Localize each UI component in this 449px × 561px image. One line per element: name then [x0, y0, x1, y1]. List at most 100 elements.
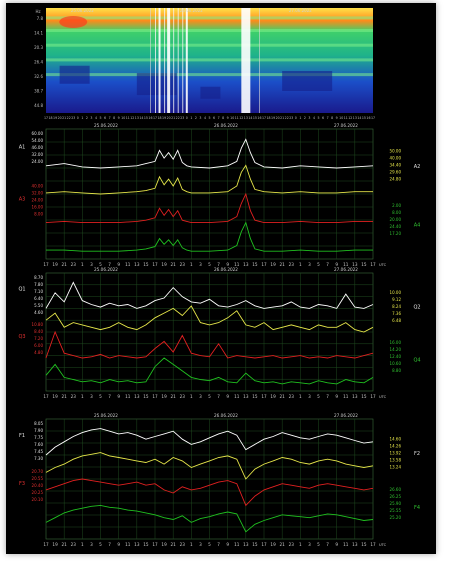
panel-frequency-hour-7: 7	[108, 542, 111, 547]
panel-frequency-hour-12: 17	[152, 542, 158, 547]
spectrogram-hour-tick-7: 0	[77, 116, 79, 120]
spectrogram-hour-tick-54: 23	[289, 116, 293, 120]
panel-frequency-date-0: 25.06.2022	[94, 413, 118, 418]
panel-frequency-hour-13: 19	[161, 542, 167, 547]
panel-frequency-tick-lw-3: 7.60	[34, 442, 43, 447]
panel-amplitude-tick-lr-0: 40.00	[32, 184, 44, 189]
spectrogram-band-3	[46, 58, 373, 62]
panel-quality-hour-30: 5	[317, 394, 320, 399]
spectrogram-hour-tick-6: 23	[71, 116, 75, 120]
spectrogram-band-2	[46, 43, 373, 47]
panel-frequency-tick-lw-1: 7.90	[34, 428, 43, 433]
panel-quality-tick-lw-5: 4.60	[34, 310, 43, 315]
spectrogram-hour-tick-33: 2	[195, 116, 197, 120]
panel-frequency-hour-33: 11	[343, 542, 349, 547]
panel-frequency-tick-lr-0: 20.70	[32, 469, 44, 474]
panel-frequency-tick-rg-0: 26.60	[390, 487, 402, 492]
panel-frequency-hour-25: 19	[270, 542, 276, 547]
spectrogram-hour-tick-9: 2	[86, 116, 88, 120]
panel-quality-tick-rg-2: 12.40	[390, 354, 402, 359]
spectrogram-date-0: 25.06.2022	[71, 8, 94, 13]
panel-frequency-tick-rg-3: 25.55	[390, 508, 402, 513]
panel-frequency-tick-rg-2: 25.90	[390, 501, 402, 506]
panel-amplitude-hour-9: 11	[125, 262, 131, 267]
spectrogram-dark-patch-2	[282, 71, 333, 91]
panel-amplitude-hour-2: 21	[61, 262, 67, 267]
spectrogram-hour-tick-35: 4	[204, 116, 206, 120]
panel-quality-hour-4: 1	[81, 394, 84, 399]
panel-amplitude-hour-28: 1	[299, 262, 302, 267]
panel-amplitude-hour-23: 15	[252, 262, 258, 267]
spectrogram-hour-tick-68: 13	[353, 116, 357, 120]
panel-amplitude-tick-lw-0: 60.00	[32, 131, 44, 136]
spectrogram-hour-tick-13: 6	[104, 116, 106, 120]
panel-quality-hour-10: 13	[134, 394, 140, 399]
panel-amplitude-tick-lw-1: 54.00	[32, 138, 44, 143]
spectrogram-hour-tick-11: 4	[95, 116, 97, 120]
panel-frequency-tick-rg-1: 26.25	[390, 494, 402, 499]
spectrogram-y-tick-2: 20.3	[34, 45, 43, 50]
panel-amplitude-hour-15: 23	[180, 262, 186, 267]
spectrogram-streak-4	[182, 8, 184, 113]
panel-frequency-hour-27: 23	[289, 542, 295, 547]
spectrogram-hour-tick-4: 21	[62, 116, 66, 120]
spectrogram-burst-1	[167, 8, 171, 113]
panel-frequency-hour-26: 21	[279, 542, 285, 547]
spectrogram-hour-tick-18: 11	[126, 116, 130, 120]
spectrogram-hour-tick-23: 16	[148, 116, 152, 120]
panel-frequency-hour-29: 3	[308, 542, 311, 547]
spectrogram-hour-tick-44: 13	[244, 116, 248, 120]
panel-amplitude-tick-ry-2: 34.40	[390, 162, 402, 167]
panel-frequency-hour-22: 13	[243, 542, 249, 547]
spectrogram-hour-tick-64: 9	[336, 116, 338, 120]
panel-quality-label-right-top: Q2	[413, 304, 420, 310]
spectrogram-hour-tick-71: 16	[366, 116, 370, 120]
spectrogram-hour-tick-26: 19	[162, 116, 166, 120]
panel-frequency-tick-lr-2: 20.40	[32, 483, 44, 488]
spectrogram-hour-tick-25: 18	[158, 116, 162, 120]
panel-frequency-hour-11: 15	[143, 542, 149, 547]
spectrogram-band-1	[46, 29, 373, 32]
panel-amplitude-tick-lr-2: 24.00	[32, 198, 44, 203]
panel-quality-hour-25: 19	[270, 394, 276, 399]
panel-quality-hour-0: 17	[43, 394, 49, 399]
panel-amplitude-hour-36: 17	[370, 262, 376, 267]
spectrogram-hour-tick-15: 8	[113, 116, 115, 120]
panel-amplitude-hour-14: 21	[170, 262, 176, 267]
panel-quality-tick-lr-3: 6.00	[34, 343, 43, 348]
panel-frequency-tick-ry-0: 14.60	[390, 437, 402, 442]
panel-frequency-hour-8: 9	[117, 542, 120, 547]
panel-frequency-x-unit: UTC	[379, 543, 387, 547]
panel-amplitude-label-left-top: A1	[19, 145, 26, 151]
spectrogram-hour-tick-57: 2	[304, 116, 306, 120]
spectrogram-hour-tick-30: 23	[180, 116, 184, 120]
spectrogram-hour-tick-67: 12	[348, 116, 352, 120]
panel-frequency-hour-10: 13	[134, 542, 140, 547]
spectrogram-hour-tick-32: 1	[190, 116, 192, 120]
panel-frequency-hour-32: 9	[335, 542, 338, 547]
panel-amplitude-hour-24: 17	[261, 262, 267, 267]
spectrogram-burst-2	[185, 8, 188, 113]
panel-frequency-hour-17: 3	[199, 542, 202, 547]
spectrogram-burst-3	[241, 8, 251, 113]
panel-amplitude-hour-10: 13	[134, 262, 140, 267]
spectrogram-hour-tick-16: 9	[118, 116, 120, 120]
panel-frequency-hour-34: 13	[352, 542, 358, 547]
panel-quality-hour-28: 1	[299, 394, 302, 399]
spectrogram-streak-0	[155, 8, 156, 113]
spectrogram-streak-1	[164, 8, 166, 113]
panel-frequency-hour-5: 3	[90, 542, 93, 547]
spectrogram-date-1: 26.06.2022	[180, 8, 203, 13]
spectrogram-hour-tick-52: 21	[280, 116, 284, 120]
panel-frequency-label-left-top: F1	[19, 433, 25, 439]
spectrogram-hotspot	[59, 16, 88, 28]
panel-quality-hour-3: 23	[71, 394, 77, 399]
panel-quality-hour-6: 5	[99, 394, 102, 399]
panel-frequency-hour-28: 1	[299, 542, 302, 547]
panel-amplitude-tick-lw-2: 46.00	[32, 145, 44, 150]
panel-frequency-hour-14: 21	[170, 542, 176, 547]
panel-quality-hour-27: 23	[289, 394, 295, 399]
panel-frequency-hour-23: 15	[252, 542, 258, 547]
spectrogram-hour-tick-14: 7	[109, 116, 111, 120]
panel-quality-label-right-mid: Q4	[413, 358, 420, 364]
